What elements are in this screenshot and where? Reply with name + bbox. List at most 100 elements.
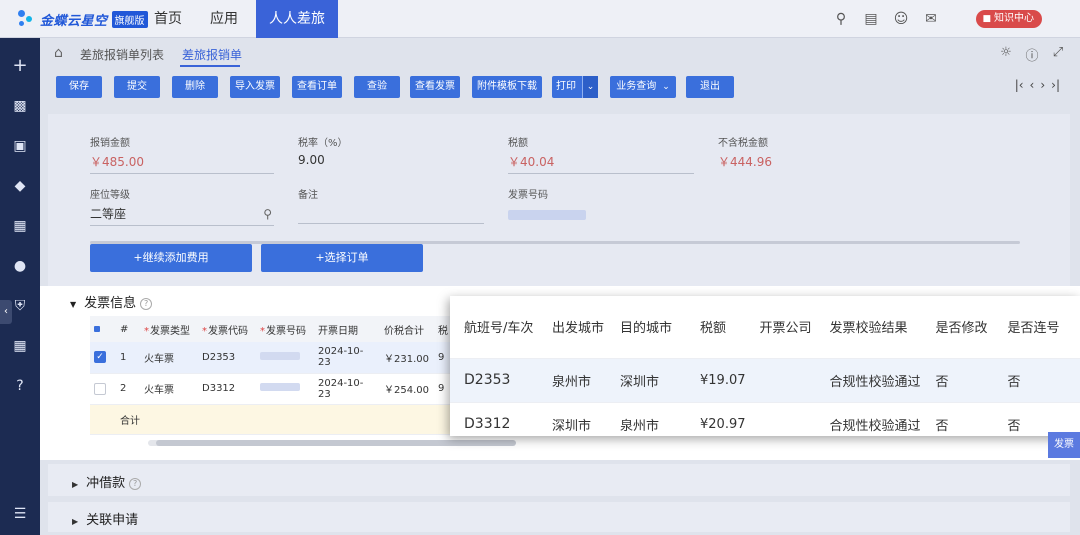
related-section-header[interactable]: ▶ 关联申请 (72, 509, 138, 528)
message-icon[interactable]: ▤ (862, 10, 880, 28)
top-icons: ⚲ ▤ ☺ ✉ (832, 10, 940, 28)
template-download-button[interactable]: 附件模板下载 (472, 76, 542, 98)
invoice-detail-table: 航班号/车次 出发城市 目的城市 税额 开票公司 发票校验结果 是否修改 是否连… (450, 296, 1080, 446)
view-invoice-button[interactable]: 查看发票 (410, 76, 460, 98)
field-invoice-no: 发票号码 (508, 186, 694, 226)
save-button[interactable]: 保存 (56, 76, 102, 98)
tax-amount-value[interactable]: ￥40.04 (508, 153, 694, 174)
cell-date: 2024-10-23 (314, 342, 380, 374)
briefcase-icon[interactable]: ▦ (10, 216, 30, 236)
wallet-icon[interactable]: ▣ (10, 136, 30, 156)
search-icon[interactable]: ⚲ (832, 10, 850, 28)
plus-icon[interactable]: + (10, 56, 30, 76)
row-checkbox[interactable] (90, 373, 116, 405)
report-icon[interactable]: ▦ (10, 336, 30, 356)
invoice-no-value[interactable] (508, 205, 694, 226)
related-section[interactable]: ▶ 关联申请 (48, 502, 1070, 532)
chevron-down-icon: ⌄ (662, 82, 670, 92)
select-indicator (94, 325, 100, 332)
nav-apps[interactable]: 应用 (196, 0, 252, 38)
book-icon: ■ (982, 14, 991, 24)
field-seat-class: 座位等级 二等座 ⚲ (90, 186, 274, 226)
help-icon[interactable]: ? (10, 376, 30, 396)
col-issuer: 开票公司 (759, 321, 812, 337)
crumb-current[interactable]: 差旅报销单 (182, 46, 242, 63)
knowledge-center-button[interactable]: ■ 知识中心 (976, 10, 1042, 28)
seat-class-input[interactable]: 二等座 ⚲ (90, 205, 274, 226)
user-icon[interactable]: ● (10, 256, 30, 276)
table-header-row: 航班号/车次 出发城市 目的城市 税额 开票公司 发票校验结果 是否修改 是否连… (450, 296, 1080, 358)
fullscreen-icon[interactable]: ⤢ (1050, 45, 1066, 64)
field-amount-ex-tax: 不含税金额 ￥444.96 (718, 134, 904, 173)
select-order-button[interactable]: +选择订单 (261, 244, 423, 272)
sidebar-collapse-button[interactable]: ‹ (0, 300, 12, 324)
row-checkbox[interactable]: ✓ (90, 342, 116, 374)
search-icon[interactable]: ⚲ (263, 207, 272, 221)
question-icon[interactable]: ⓘ (1024, 45, 1040, 64)
cell-date: 2024-10-23 (314, 373, 380, 405)
add-expense-button[interactable]: +继续添加费用 (90, 244, 252, 272)
select-all-cell[interactable] (90, 316, 116, 342)
table-row[interactable]: D2353 泉州市 深圳市 ¥19.07 合规性校验通过 否 否 (450, 357, 1080, 402)
invoice-side-tab[interactable]: 发票 (1048, 432, 1080, 458)
prev-record-icon[interactable]: ‹ (1030, 78, 1035, 92)
collapse-triangle-icon[interactable]: ▼ (70, 300, 76, 309)
page-tools: ☼ ⓘ ⤢ (998, 45, 1066, 64)
invoice-section-header[interactable]: ▼ 发票信息? (70, 292, 153, 311)
table-row[interactable]: D3312 深圳市 泉州市 ¥20.97 合规性校验通过 否 否 (450, 401, 1080, 446)
col-date: 开票日期 (314, 316, 380, 342)
import-invoice-button[interactable]: 导入发票 (230, 76, 280, 98)
col-from-city: 出发城市 (552, 321, 605, 337)
blurred-value (508, 210, 586, 220)
expand-triangle-icon[interactable]: ▶ (72, 517, 78, 526)
knowledge-center-label: 知识中心 (994, 13, 1034, 24)
loan-section[interactable]: ▶ 冲借款? (48, 464, 1070, 496)
cell-modified: 否 (921, 401, 994, 446)
table-row[interactable]: ✓ 1 火车票 D2353 2024-10-23 ￥231.00 9 (90, 342, 510, 374)
help-icon[interactable]: ? (129, 477, 142, 490)
view-order-button[interactable]: 查看订单 (292, 76, 342, 98)
check-icon: ✓ (94, 351, 106, 364)
verify-button[interactable]: 查验 (354, 76, 400, 98)
record-pager: |‹ ‹ › ›| (1015, 78, 1060, 92)
print-button[interactable]: 打印 ⌄ (552, 76, 598, 98)
crumb-list[interactable]: 差旅报销单列表 (80, 46, 164, 63)
amount-ex-tax-value[interactable]: ￥444.96 (718, 153, 904, 173)
tax-rate-value[interactable]: 9.00 (298, 153, 484, 172)
help-icon[interactable]: ? (140, 297, 153, 310)
cell-number (256, 342, 314, 374)
shield-icon[interactable]: ⛨ (10, 296, 30, 316)
last-record-icon[interactable]: ›| (1051, 78, 1060, 92)
zoomed-invoice-detail: 航班号/车次 出发城市 目的城市 税额 开票公司 发票校验结果 是否修改 是否连… (450, 296, 1080, 446)
clipboard-icon[interactable]: ▩ (10, 96, 30, 116)
col-type: *发票类型 (140, 316, 198, 342)
layers-icon[interactable]: ◆ (10, 176, 30, 196)
reimburse-amount-value[interactable]: ￥485.00 (90, 153, 274, 174)
horizontal-scrollbar[interactable] (148, 440, 516, 446)
expand-triangle-icon[interactable]: ▶ (72, 480, 78, 489)
nav-travel[interactable]: 人人差旅 (256, 0, 338, 38)
business-query-label: 业务查询 (616, 81, 657, 92)
col-verify-result: 发票校验结果 (829, 321, 908, 337)
smile-icon[interactable]: ☺ (892, 10, 910, 28)
cell-issuer (745, 357, 816, 402)
first-record-icon[interactable]: |‹ (1015, 78, 1024, 92)
business-query-button[interactable]: 业务查询 ⌄ (610, 76, 676, 98)
active-tab-underline (180, 65, 240, 67)
table-row[interactable]: 2 火车票 D3312 2024-10-23 ￥254.00 9 (90, 373, 510, 405)
exit-button[interactable]: 退出 (686, 76, 734, 98)
nav-home[interactable]: 首页 (140, 0, 196, 38)
logo[interactable]: 金蝶云星空 旗舰版 (16, 6, 148, 32)
delete-button[interactable]: 删除 (172, 76, 218, 98)
submit-button[interactable]: 提交 (114, 76, 160, 98)
chevron-down-icon[interactable]: ⌄ (582, 76, 598, 98)
lightbulb-icon[interactable]: ☼ (998, 45, 1014, 64)
field-reimburse-amount: 报销金额 ￥485.00 (90, 134, 274, 174)
mail-icon[interactable]: ✉ (922, 10, 940, 28)
menu-expand-icon[interactable]: ☰ (10, 504, 30, 524)
loan-section-header[interactable]: ▶ 冲借款? (72, 472, 142, 491)
home-icon[interactable]: ⌂ (54, 45, 70, 61)
remark-input[interactable] (298, 205, 484, 224)
next-record-icon[interactable]: › (1040, 78, 1045, 92)
col-total: 价税合计 (380, 316, 434, 342)
